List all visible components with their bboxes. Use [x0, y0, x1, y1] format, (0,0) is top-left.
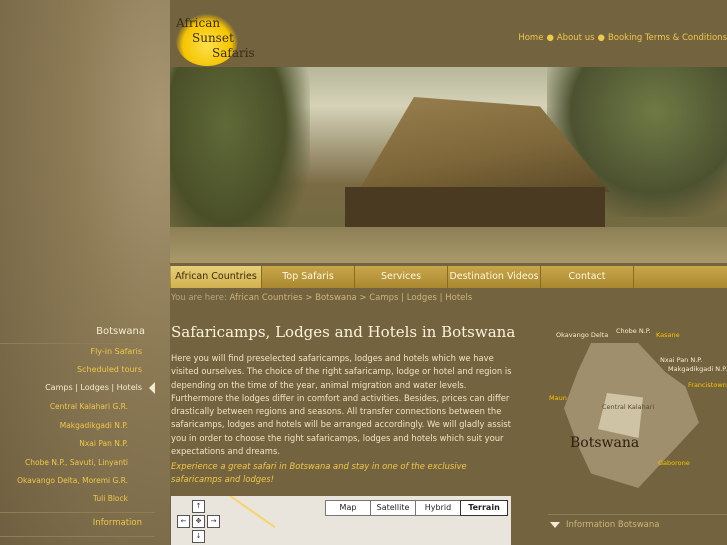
home-link[interactable]: Home [518, 33, 543, 43]
sidebar-item-makgadikgadi[interactable]: Makgadikgadi N.P. [0, 421, 128, 430]
deck-shape [345, 187, 605, 227]
tagline: Experience a great safari in Botswana an… [171, 461, 467, 485]
sidebar-item-okavango[interactable]: Okavango Delta, Moremi G.R. [0, 476, 128, 485]
botswana-overview-map[interactable]: Okavango Delta Chobe N.P. Kasane Nxai Pa… [548, 323, 727, 493]
separator-dot: ● [546, 33, 554, 43]
logo-line-1: African [176, 16, 221, 30]
map-type-terrain-button[interactable]: Terrain [460, 500, 508, 516]
tab-destination-videos[interactable]: Destination Videos [448, 266, 541, 288]
hero-photo-safari-lodge [170, 67, 727, 263]
sidebar-item-tuli-block[interactable]: Tuli Block [0, 494, 128, 503]
pan-right-icon[interactable]: → [207, 515, 220, 528]
label-gaborone: Gaborone [658, 459, 690, 467]
top-navigation: Home ● About us ● Booking Terms & Conditions [518, 33, 727, 43]
information-botswana-label: Information Botswana [566, 520, 660, 530]
map-type-hybrid-button[interactable]: Hybrid [415, 500, 461, 516]
current-item-arrow-icon [149, 382, 155, 394]
label-maun: Maun [549, 394, 567, 402]
tab-african-countries[interactable]: African Countries [171, 266, 262, 288]
page-title: Safaricamps, Lodges and Hotels in Botswa… [171, 323, 516, 341]
embedded-map[interactable]: ↑ ← ✥ → ↓ Map Satellite Hybrid Terrain [171, 496, 511, 545]
label-makgadikgadi: Makgadikgadi N.P. [668, 365, 727, 373]
main-navigation: African Countries Top Safaris Services D… [170, 266, 727, 288]
map-road [216, 496, 276, 528]
sidebar-item-fly-in-safaris[interactable]: Fly-in Safaris [0, 347, 142, 356]
divider [0, 536, 155, 537]
sidebar-item-camps-lodges-hotels[interactable]: Camps | Lodges | Hotels [0, 383, 142, 392]
breadcrumb-path[interactable]: African Countries > Botswana > Camps | L… [230, 293, 473, 303]
sidebar-information-link[interactable]: Information [0, 518, 142, 528]
divider [0, 512, 155, 513]
map-country-name: Botswana [570, 435, 640, 451]
label-nxai: Nxai Pan N.P. [660, 356, 703, 364]
label-kasane: Kasane [656, 331, 680, 339]
ground-shape [170, 227, 727, 263]
pan-down-icon[interactable]: ↓ [192, 530, 205, 543]
label-francistown: Francistown [688, 381, 727, 389]
site-logo[interactable]: African Sunset Safaris [172, 8, 267, 66]
information-botswana-toggle[interactable]: Information Botswana [548, 514, 727, 535]
booking-terms-link[interactable]: Booking Terms & Conditions [608, 33, 727, 43]
tab-top-safaris[interactable]: Top Safaris [262, 266, 355, 288]
breadcrumb: You are here: African Countries > Botswa… [171, 293, 472, 303]
label-okavango: Okavango Delta [556, 331, 609, 339]
tab-services[interactable]: Services [355, 266, 448, 288]
divider [0, 343, 155, 344]
sidebar-item-scheduled-tours[interactable]: Scheduled tours [0, 365, 142, 374]
pan-up-icon[interactable]: ↑ [192, 500, 205, 513]
about-link[interactable]: About us [557, 33, 595, 43]
map-type-satellite-button[interactable]: Satellite [370, 500, 416, 516]
breadcrumb-prefix: You are here: [171, 293, 227, 303]
chevron-down-icon [550, 521, 560, 528]
pan-left-icon[interactable]: ← [177, 515, 190, 528]
sidebar-item-central-kalahari[interactable]: Central Kalahari G.R. [0, 402, 128, 411]
logo-line-2: Sunset [192, 31, 234, 45]
sidebar-item-chobe[interactable]: Chobe N.P., Savuti, Linyanti [0, 458, 128, 467]
logo-line-3: Safaris [212, 46, 255, 60]
sidebar-item-nxai-pan[interactable]: Nxai Pan N.P. [0, 439, 128, 448]
pan-center-icon[interactable]: ✥ [192, 515, 205, 528]
sidebar-heading: Botswana [96, 326, 145, 337]
label-central-kalahari: Central Kalahari [602, 403, 655, 411]
map-type-map-button[interactable]: Map [325, 500, 371, 516]
label-chobe: Chobe N.P. [616, 327, 651, 335]
separator-dot: ● [597, 33, 605, 43]
tab-contact[interactable]: Contact [541, 266, 634, 288]
intro-paragraph: Here you will find preselected safaricam… [171, 353, 512, 457]
